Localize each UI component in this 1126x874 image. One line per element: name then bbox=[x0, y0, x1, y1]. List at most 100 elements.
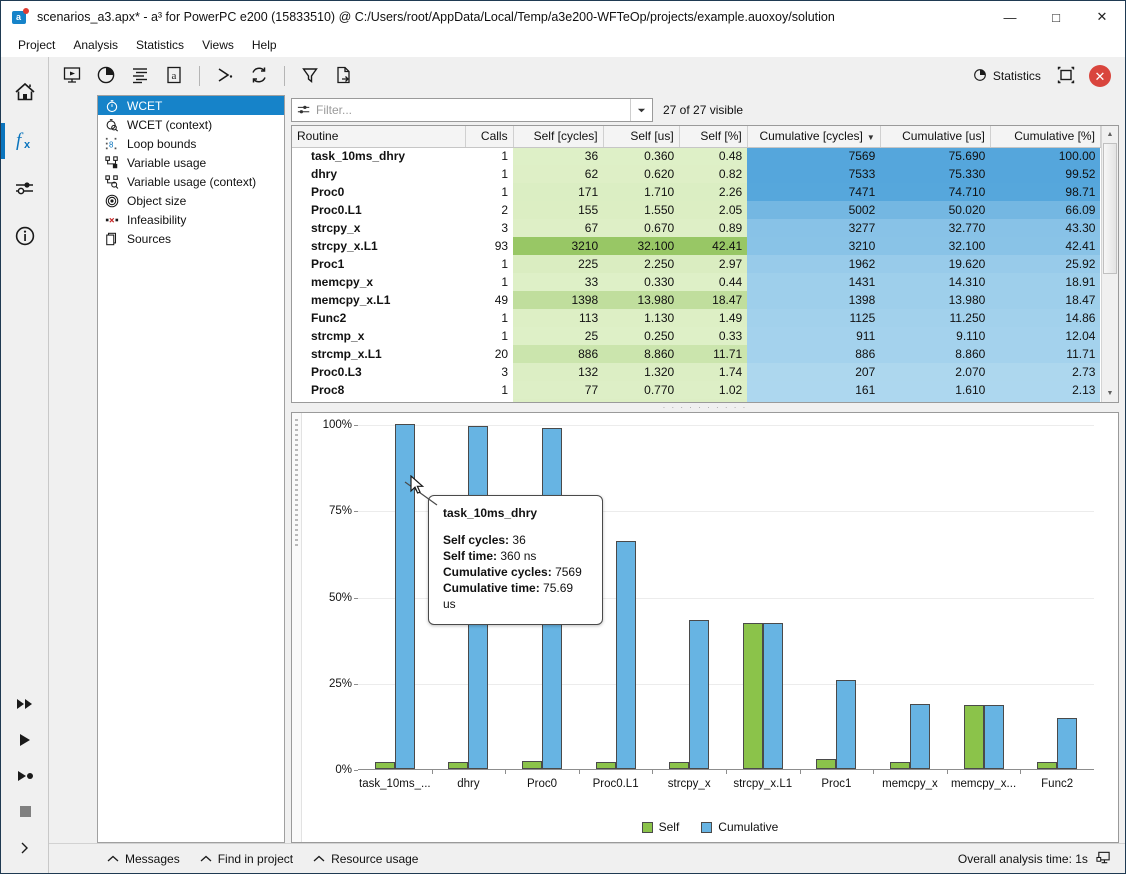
chart-bar-cumulative[interactable] bbox=[983, 705, 1004, 769]
table-column-header[interactable]: Cumulative [%] bbox=[990, 126, 1101, 148]
table-vertical-scrollbar[interactable]: ▲ ▼ bbox=[1100, 126, 1118, 402]
table-row[interactable]: dhry 1 62 0.620 0.82 7533 75.330 99.52 bbox=[292, 165, 1101, 183]
chart-bar-self[interactable] bbox=[521, 761, 542, 769]
sidebar-item-sources[interactable]: Sources bbox=[98, 229, 284, 248]
messages-button[interactable]: Messages bbox=[97, 849, 190, 869]
sidebar-item-variable-usage[interactable]: Variable usage bbox=[98, 153, 284, 172]
chart-bar-cumulative[interactable] bbox=[836, 679, 857, 769]
table-row[interactable]: Proc611171.1701.551461.4601.93 bbox=[292, 399, 1101, 402]
table-column-header[interactable]: Calls bbox=[465, 126, 514, 148]
table-row[interactable]: Proc0.L1 2 155 1.550 2.05 5002 50.020 66.09 bbox=[292, 201, 1101, 219]
sidebar-item-object-size[interactable]: Object size bbox=[98, 191, 284, 210]
chart-bar-self[interactable] bbox=[448, 762, 469, 769]
rail-run-button[interactable] bbox=[1, 723, 49, 759]
table-row[interactable]: strcpy_x 3 67 0.670 0.89 3277 32.770 43.30 bbox=[292, 219, 1101, 237]
chart-bar-self[interactable] bbox=[963, 705, 984, 769]
chart-bar-self[interactable] bbox=[595, 761, 616, 769]
chart-bar-cumulative[interactable] bbox=[689, 619, 710, 769]
chart-bar-self[interactable] bbox=[669, 762, 690, 769]
menu-views[interactable]: Views bbox=[193, 35, 243, 55]
table-row[interactable]: Proc0.L3 3 132 1.320 1.74 207 2.070 2.73 bbox=[292, 363, 1101, 381]
close-panel-button[interactable]: ✕ bbox=[1088, 65, 1111, 87]
chart-bar-self[interactable] bbox=[1037, 762, 1058, 769]
table-column-header[interactable]: Cumulative [cycles] ▼ bbox=[747, 126, 881, 148]
chart-category-group[interactable]: Proc1 bbox=[799, 425, 874, 790]
scroll-up-arrow-icon[interactable]: ▲ bbox=[1101, 126, 1118, 143]
rail-home-button[interactable] bbox=[1, 69, 49, 117]
scroll-down-arrow-icon[interactable]: ▼ bbox=[1101, 385, 1118, 402]
filter-dropdown-button[interactable] bbox=[630, 99, 652, 121]
table-row[interactable]: Proc0 1 171 1.710 2.26 7471 74.710 98.71 bbox=[292, 183, 1101, 201]
chart-bar-self[interactable] bbox=[742, 622, 763, 769]
maximize-button[interactable]: □ bbox=[1033, 1, 1079, 33]
filter-box[interactable] bbox=[291, 98, 653, 122]
table-row[interactable]: memcpy_x 1 33 0.330 0.44 1431 14.310 18.91 bbox=[292, 273, 1101, 291]
scrollbar-thumb[interactable] bbox=[1102, 143, 1117, 274]
legend-item-cumulative[interactable]: Cumulative bbox=[701, 820, 778, 834]
rail-info-button[interactable] bbox=[1, 213, 49, 261]
chart-bar-cumulative[interactable] bbox=[1057, 717, 1078, 769]
text-report-button[interactable]: a bbox=[157, 61, 191, 91]
table-header-row[interactable]: Routine Calls Self [cycles] Self [us] Self [… bbox=[292, 126, 1101, 148]
chart-bar-cumulative[interactable] bbox=[909, 703, 930, 769]
statistics-button[interactable]: Statistics bbox=[965, 64, 1049, 89]
minimize-button[interactable]: — bbox=[987, 1, 1033, 33]
detach-panel-button[interactable] bbox=[1049, 61, 1083, 91]
table-column-header[interactable]: Cumulative [us] bbox=[880, 126, 991, 148]
menu-help[interactable]: Help bbox=[243, 35, 286, 55]
run-analysis-button[interactable] bbox=[208, 61, 242, 91]
table-row[interactable]: memcpy_x.L1 49 1398 13.980 18.47 1398 13.980 18… bbox=[292, 291, 1101, 309]
panel-splitter[interactable]: · · · · · · · · · · bbox=[291, 403, 1119, 412]
chart-bar-cumulative[interactable] bbox=[762, 622, 783, 769]
filter-input[interactable] bbox=[316, 103, 630, 117]
chart-category-group[interactable]: memcpy_x... bbox=[946, 425, 1021, 790]
chart-area[interactable]: 0% 25% 50% 75% 100% task_10ms_... dhry Proc0 Pro… bbox=[302, 413, 1118, 842]
rail-analyses-button[interactable]: fx bbox=[0, 117, 49, 165]
rail-run-to-button[interactable] bbox=[1, 759, 49, 795]
chart-category-group[interactable]: memcpy_x bbox=[873, 425, 947, 790]
table-column-header[interactable]: Routine bbox=[292, 126, 466, 148]
chart-grip-handle[interactable] bbox=[292, 413, 302, 842]
chart-bar-self[interactable] bbox=[889, 762, 910, 769]
table-row[interactable]: strcmp_x 1 25 0.250 0.33 911 9.110 12.04 bbox=[292, 327, 1101, 345]
chart-bar-self[interactable] bbox=[816, 758, 837, 769]
sidebar-item-infeasibility[interactable]: Infeasibility bbox=[98, 210, 284, 229]
toolbar-filter-button[interactable] bbox=[293, 61, 327, 91]
sidebar-item-variable-usage-context[interactable]: Variable usage (context) bbox=[98, 172, 284, 191]
chart-category-group[interactable]: strcpy_x bbox=[652, 425, 726, 790]
rail-run-all-button[interactable] bbox=[1, 687, 49, 723]
pie-report-button[interactable] bbox=[89, 61, 123, 91]
sidebar-item-wcet-context[interactable]: WCET (context) bbox=[98, 115, 284, 134]
find-in-project-button[interactable]: Find in project bbox=[190, 849, 303, 869]
table-row[interactable]: strcmp_x.L1 20 886 8.860 11.71 886 8.860 11.71 bbox=[292, 345, 1101, 363]
table-column-header[interactable]: Self [us] bbox=[603, 126, 680, 148]
table-row[interactable]: task_10ms_dhry 1 36 0.360 0.48 7569 75.690 100.… bbox=[292, 147, 1101, 165]
rail-expand-button[interactable] bbox=[1, 831, 49, 867]
chart-category-group[interactable]: strcpy_x.L1 bbox=[725, 425, 800, 790]
legend-item-self[interactable]: Self bbox=[641, 820, 679, 834]
rail-settings-button[interactable] bbox=[1, 165, 49, 213]
monitor-icon[interactable] bbox=[1096, 850, 1111, 868]
sidebar-item-loop-bounds[interactable]: 8 Loop bounds bbox=[98, 134, 284, 153]
export-button[interactable] bbox=[327, 61, 361, 91]
scrollbar-track[interactable] bbox=[1101, 143, 1118, 385]
menu-analysis[interactable]: Analysis bbox=[64, 35, 127, 55]
table-column-header[interactable]: Self [cycles] bbox=[513, 126, 604, 148]
chart-category-group[interactable]: Func2 bbox=[1020, 425, 1094, 790]
chart-bar-self[interactable] bbox=[374, 762, 395, 769]
new-analysis-button[interactable] bbox=[55, 61, 89, 91]
refresh-button[interactable] bbox=[242, 61, 276, 91]
resource-usage-button[interactable]: Resource usage bbox=[303, 849, 428, 869]
table-column-header[interactable]: Self [%] bbox=[679, 126, 748, 148]
chart-bar-cumulative[interactable] bbox=[615, 541, 636, 769]
list-report-button[interactable] bbox=[123, 61, 157, 91]
table-row[interactable]: Func2 1 113 1.130 1.49 1125 11.250 14.86 bbox=[292, 309, 1101, 327]
close-window-button[interactable]: ✕ bbox=[1079, 1, 1125, 33]
menu-project[interactable]: Project bbox=[9, 35, 64, 55]
table-row[interactable]: Proc8 1 77 0.770 1.02 161 1.610 2.13 bbox=[292, 381, 1101, 399]
menu-statistics[interactable]: Statistics bbox=[127, 35, 193, 55]
table-row[interactable]: Proc1 1 225 2.250 2.97 1962 19.620 25.92 bbox=[292, 255, 1101, 273]
rail-stop-button[interactable] bbox=[1, 795, 49, 831]
table-row[interactable]: strcpy_x.L1 93 3210 32.100 42.41 3210 32.100 42… bbox=[292, 237, 1101, 255]
table-scroll-region[interactable]: Routine Calls Self [cycles] Self [us] Self [… bbox=[292, 126, 1101, 402]
